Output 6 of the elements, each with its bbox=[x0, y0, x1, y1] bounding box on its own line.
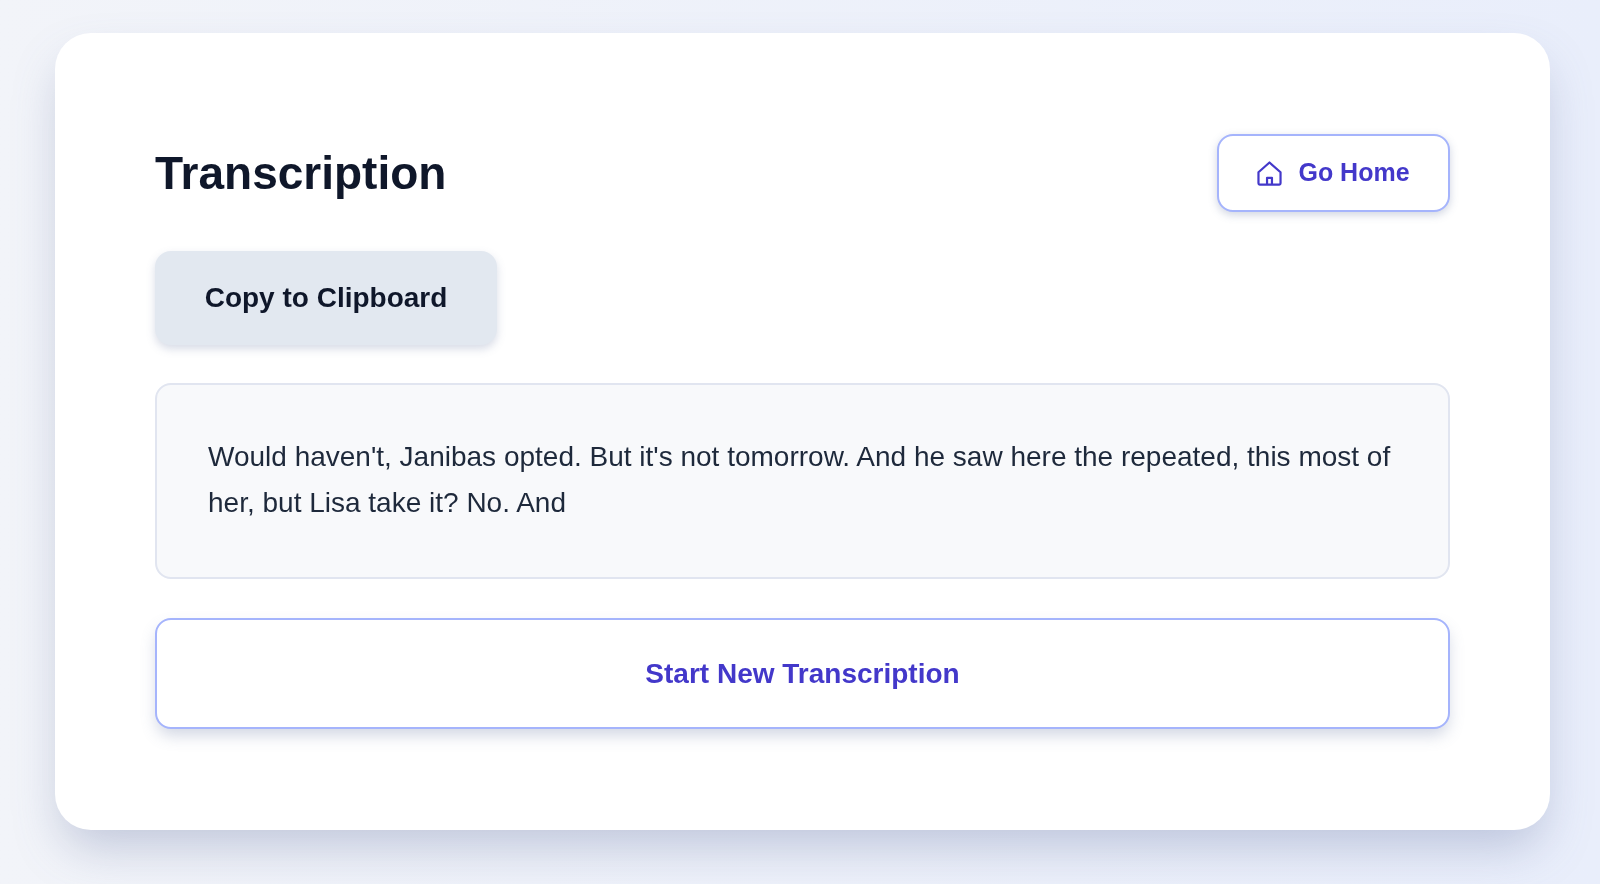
start-new-transcription-button[interactable]: Start New Transcription bbox=[155, 618, 1450, 729]
home-icon bbox=[1257, 160, 1283, 186]
go-home-button[interactable]: Go Home bbox=[1217, 134, 1450, 212]
transcript-text: Would haven't, Janibas opted. But it's not tomorrow. And he saw here the repeated, this most of her, but Lisa take it? No. And bbox=[208, 440, 1392, 520]
page-title: Transcription bbox=[155, 146, 447, 201]
copy-to-clipboard-button[interactable]: Copy to Clipboard bbox=[155, 251, 497, 345]
